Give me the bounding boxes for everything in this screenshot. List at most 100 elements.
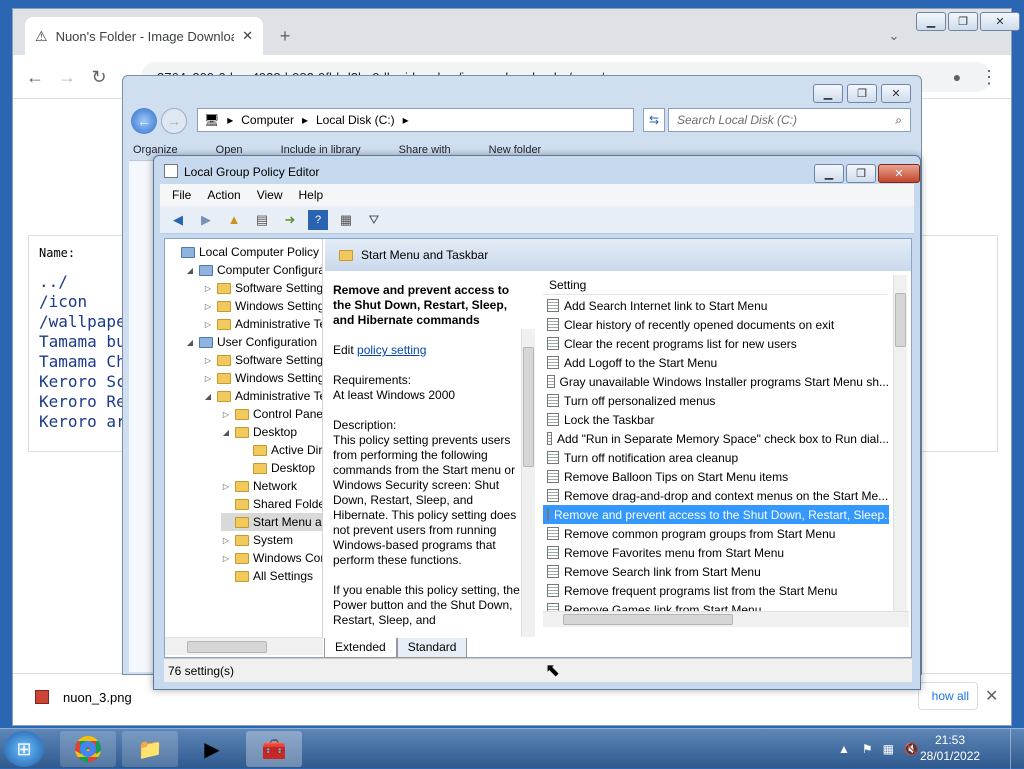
close-tab-icon[interactable]: ✕ — [242, 28, 253, 44]
setting-column-header[interactable]: Setting — [543, 275, 887, 295]
tree-node[interactable]: All Settings — [221, 567, 313, 585]
tree-node[interactable]: Start Menu ar — [221, 513, 322, 531]
properties-icon[interactable]: ▦ — [336, 210, 356, 230]
close-button[interactable]: ✕ — [980, 12, 1020, 31]
reload-icon[interactable]: ↻ — [85, 63, 113, 91]
file-link[interactable]: Tamama bu — [39, 332, 126, 352]
file-link[interactable]: Keroro ar — [39, 412, 126, 432]
menu-help[interactable]: Help — [299, 188, 324, 202]
back-icon[interactable]: ◀ — [168, 210, 188, 230]
setting-row[interactable]: Turn off personalized menus — [543, 391, 889, 410]
explorer-taskbar-icon[interactable]: 📁 — [122, 731, 178, 767]
expand-arrow-icon[interactable]: ▷ — [221, 536, 231, 545]
setting-row[interactable]: Lock the Taskbar — [543, 410, 889, 429]
filter-icon[interactable]: ⛛ — [364, 210, 384, 230]
file-link[interactable]: Keroro Sc — [39, 372, 126, 392]
expand-arrow-icon[interactable]: ▷ — [203, 302, 213, 311]
breadcrumb-local-disk[interactable]: Local Disk (C:) — [316, 113, 395, 127]
tree-node[interactable]: ▷ Windows Cor — [221, 549, 322, 567]
download-file-name[interactable]: nuon_3.png — [63, 690, 132, 705]
tree-node[interactable]: Desktop — [239, 459, 315, 477]
setting-row[interactable]: Add Logoff to the Start Menu — [543, 353, 889, 372]
setting-row[interactable]: Remove drag-and-drop and context menus o… — [543, 486, 889, 505]
close-button[interactable]: ✕ — [881, 84, 911, 103]
refresh-icon[interactable]: ⇆ — [643, 108, 665, 132]
file-link[interactable]: Keroro Re — [39, 392, 126, 412]
setting-row[interactable]: Add "Run in Separate Memory Space" check… — [543, 429, 889, 448]
settings-horizontal-scrollbar[interactable] — [543, 611, 909, 627]
policy-editor-taskbar-icon[interactable]: 🧰 — [246, 731, 302, 767]
profile-icon[interactable]: ● — [943, 63, 971, 91]
setting-row[interactable]: Remove common program groups from Start … — [543, 524, 889, 543]
maximize-button[interactable]: ❐ — [948, 12, 978, 31]
file-link[interactable]: /wallpape — [39, 312, 126, 332]
maximize-button[interactable]: ❐ — [846, 164, 876, 183]
menu-view[interactable]: View — [257, 188, 283, 202]
tree-node[interactable]: ▷ Control Panel — [221, 405, 322, 423]
show-all-button[interactable]: how all — [918, 682, 978, 710]
close-download-bar-icon[interactable]: ✕ — [985, 686, 998, 706]
tree-node[interactable]: ▷ Windows Setting — [203, 369, 322, 387]
edit-policy-link[interactable]: policy setting — [357, 343, 426, 357]
tab-search-icon[interactable]: ⌄ — [880, 22, 908, 50]
minimize-button[interactable]: ▁ — [814, 164, 844, 183]
collapse-arrow-icon[interactable]: ◢ — [203, 392, 213, 401]
tree-node[interactable]: ▷ Software Settings — [203, 279, 322, 297]
explorer-search-input[interactable]: Search Local Disk (C:) ⌕ — [668, 108, 911, 132]
minimize-button[interactable]: ▁ — [813, 84, 843, 103]
back-icon[interactable]: ← — [21, 63, 49, 91]
tree-horizontal-scrollbar[interactable] — [165, 637, 323, 655]
setting-row[interactable]: Remove Favorites menu from Start Menu — [543, 543, 889, 562]
tab-extended[interactable]: Extended — [324, 638, 397, 658]
setting-row[interactable]: Remove and prevent access to the Shut Do… — [543, 505, 889, 524]
minimize-button[interactable]: ▁ — [916, 12, 946, 31]
setting-row[interactable]: Clear history of recently opened documen… — [543, 315, 889, 334]
setting-row[interactable]: Remove Balloon Tips on Start Menu items — [543, 467, 889, 486]
file-link[interactable]: Tamama Ch — [39, 352, 126, 372]
export-list-icon[interactable]: ➜ — [280, 210, 300, 230]
tree-node[interactable]: ◢ Administrative Te — [203, 387, 322, 405]
volume-muted-icon[interactable]: 🔇 — [904, 742, 919, 756]
expand-arrow-icon[interactable]: ▷ — [221, 410, 231, 419]
tree-node[interactable]: ▷ Windows Setting — [203, 297, 322, 315]
browser-tab[interactable]: ⚠ Nuon's Folder - Image Downloac ✕ — [25, 17, 263, 55]
expand-arrow-icon[interactable]: ▷ — [221, 554, 231, 563]
setting-row[interactable]: Gray unavailable Windows Installer progr… — [543, 372, 889, 391]
back-icon[interactable]: ← — [131, 108, 157, 134]
expand-arrow-icon[interactable]: ▷ — [203, 356, 213, 365]
tree-node[interactable]: Local Computer Policy — [167, 243, 319, 261]
forward-icon[interactable]: ▶ — [196, 210, 216, 230]
up-folder-icon[interactable]: ▲ — [224, 210, 244, 230]
menu-action[interactable]: Action — [207, 188, 240, 202]
description-scrollbar[interactable] — [521, 329, 535, 637]
forward-icon[interactable]: → — [53, 63, 81, 91]
expand-arrow-icon[interactable]: ▷ — [203, 320, 213, 329]
tree-node[interactable]: ▷ Network — [221, 477, 297, 495]
setting-row[interactable]: Add Search Internet link to Start Menu — [543, 296, 889, 315]
setting-row[interactable]: Remove Search link from Start Menu — [543, 562, 889, 581]
tab-standard[interactable]: Standard — [396, 638, 468, 658]
tree-node[interactable]: ▷ Administrative Te — [203, 315, 322, 333]
explorer-address-bar[interactable]: 🖥 ▸ Computer ▸ Local Disk (C:) ▸ — [197, 108, 634, 132]
clock[interactable]: 21:53 28/01/2022 — [920, 732, 980, 766]
menu-icon[interactable]: ⋮ — [975, 63, 1003, 91]
collapse-arrow-icon[interactable]: ◢ — [185, 338, 195, 347]
show-hide-tree-icon[interactable]: ▤ — [252, 210, 272, 230]
menu-file[interactable]: File — [172, 188, 191, 202]
tree-node[interactable]: ◢ Desktop — [221, 423, 297, 441]
setting-row[interactable]: Turn off notification area cleanup — [543, 448, 889, 467]
file-link[interactable]: /icon — [39, 292, 126, 312]
help-icon[interactable]: ? — [308, 209, 328, 230]
close-button[interactable]: ✕ — [878, 164, 920, 183]
tree-node[interactable]: Active Dir — [239, 441, 322, 459]
new-tab-button[interactable]: + — [271, 22, 299, 50]
tree-node[interactable]: ▷ Software Settings — [203, 351, 322, 369]
file-link[interactable]: ../ — [39, 272, 126, 292]
forward-icon[interactable]: → — [161, 108, 187, 134]
media-player-taskbar-icon[interactable]: ▶ — [184, 731, 240, 767]
expand-arrow-icon[interactable]: ▷ — [203, 374, 213, 383]
network-icon[interactable]: ▦ — [883, 742, 894, 756]
settings-vertical-scrollbar[interactable] — [893, 275, 907, 613]
tree-node[interactable]: Shared Folder — [221, 495, 322, 513]
tree-node[interactable]: ◢ User Configuration — [185, 333, 317, 351]
